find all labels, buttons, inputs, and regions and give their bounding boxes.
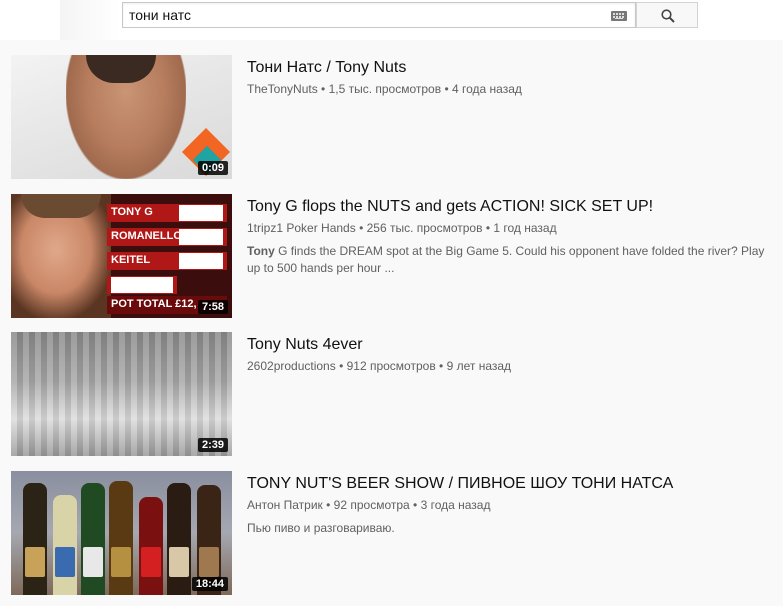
description-text: G finds the DREAM spot at the Big Game 5… xyxy=(247,244,765,275)
thumbnail-bottle xyxy=(23,483,47,595)
search-icon xyxy=(661,9,675,23)
video-title[interactable]: Тони Натс / Tony Nuts xyxy=(247,59,406,77)
thumbnail-bottle-label xyxy=(55,547,75,577)
channel-name[interactable]: 2602productions xyxy=(247,359,336,373)
duration-badge: 0:09 xyxy=(197,161,228,175)
video-meta: 2602productions • 912 просмотров • 9 лет… xyxy=(247,359,511,373)
result-item[interactable]: 2:39 Tony Nuts 4ever 2602productions • 9… xyxy=(0,332,783,456)
video-meta: Антон Патрик • 92 просмотра • 3 года наз… xyxy=(247,498,490,512)
view-count: 912 просмотров xyxy=(346,359,436,373)
view-count: 92 просмотра xyxy=(333,498,410,512)
view-count: 256 тыс. просмотров xyxy=(366,221,483,235)
channel-name[interactable]: 1tripz1 Poker Hands xyxy=(247,221,356,235)
thumbnail-bottle-label xyxy=(141,547,161,577)
thumbnail-bottle-label xyxy=(199,547,219,577)
logo-area xyxy=(60,0,120,40)
thumbnail-hair xyxy=(21,194,101,218)
view-count: 1,5 тыс. просмотров xyxy=(328,82,442,96)
video-description: Пью пиво и разговариваю. xyxy=(247,520,772,537)
top-bar xyxy=(0,0,783,40)
meta-separator: • xyxy=(441,82,452,96)
search-box[interactable] xyxy=(122,2,636,28)
thumbnail-player-label: TONY G xyxy=(111,206,153,218)
upload-age: 9 лет назад xyxy=(446,359,512,373)
upload-age: 4 года назад xyxy=(451,82,522,96)
description-text: Пью пиво и разговариваю. xyxy=(247,521,395,535)
thumbnail-bottle-label xyxy=(25,547,45,577)
thumbnail-board-row xyxy=(107,276,177,294)
thumbnail-bottle-label xyxy=(169,547,189,577)
video-thumbnail[interactable]: 18:44 xyxy=(11,471,232,595)
channel-name[interactable]: Антон Патрик xyxy=(247,498,323,512)
thumbnail-player-row: TONY G xyxy=(107,204,227,222)
thumbnail-bottle xyxy=(109,481,133,595)
meta-separator: • xyxy=(355,221,367,235)
video-thumbnail[interactable]: 0:09 xyxy=(11,55,232,179)
thumbnail-bottle xyxy=(167,483,191,595)
thumbnail-bottle xyxy=(81,483,105,595)
meta-separator: • xyxy=(409,498,421,512)
thumbnail-player-label: KEITEL xyxy=(111,254,151,266)
thumbnail-cards xyxy=(111,277,173,293)
upload-age: 3 года назад xyxy=(420,498,491,512)
video-title[interactable]: Tony G flops the NUTS and gets ACTION! S… xyxy=(247,198,653,216)
duration-badge: 7:58 xyxy=(197,300,228,314)
channel-name[interactable]: TheTonyNuts xyxy=(247,82,318,96)
video-meta: TheTonyNuts • 1,5 тыс. просмотров • 4 го… xyxy=(247,82,522,96)
video-thumbnail[interactable]: TONY G ROMANELLO KEITEL POT TOTAL £12, 7… xyxy=(11,194,232,318)
keyboard-icon[interactable] xyxy=(611,11,627,21)
search-input[interactable] xyxy=(129,6,599,24)
upload-age: 1 год назад xyxy=(493,221,557,235)
video-title[interactable]: Tony Nuts 4ever xyxy=(247,336,363,354)
thumbnail-bottle-label xyxy=(83,547,103,577)
video-thumbnail[interactable]: 2:39 xyxy=(11,332,232,456)
search-button[interactable] xyxy=(636,2,698,28)
meta-separator: • xyxy=(435,359,447,373)
result-item[interactable]: 0:09 Тони Натс / Tony Nuts TheTonyNuts •… xyxy=(0,55,783,179)
thumbnail-cards xyxy=(179,253,223,269)
description-highlight: Tony xyxy=(247,244,275,258)
thumbnail-bottle xyxy=(53,495,77,595)
thumbnail-bottle-label xyxy=(111,547,131,577)
thumbnail-cards xyxy=(179,229,223,245)
thumbnail-player-label: ROMANELLO xyxy=(111,230,182,242)
thumbnail-player-row: KEITEL xyxy=(107,252,227,270)
thumbnail-player-row: ROMANELLO xyxy=(107,228,227,246)
thumbnail-pot-label: POT TOTAL £12, xyxy=(111,298,197,310)
meta-separator: • xyxy=(482,221,494,235)
result-item[interactable]: TONY G ROMANELLO KEITEL POT TOTAL £12, 7… xyxy=(0,194,783,318)
video-meta: 1tripz1 Poker Hands • 256 тыс. просмотро… xyxy=(247,221,557,235)
duration-badge: 2:39 xyxy=(197,438,228,452)
thumbnail-cards xyxy=(179,205,223,221)
duration-badge: 18:44 xyxy=(191,577,228,591)
video-description: Tony G finds the DREAM spot at the Big G… xyxy=(247,243,772,277)
meta-separator: • xyxy=(317,82,329,96)
thumbnail-bottle xyxy=(139,497,163,595)
video-title[interactable]: TONY NUT'S BEER SHOW / ПИВНОЕ ШОУ ТОНИ Н… xyxy=(247,475,673,493)
meta-separator: • xyxy=(322,498,334,512)
result-item[interactable]: 18:44 TONY NUT'S BEER SHOW / ПИВНОЕ ШОУ … xyxy=(0,471,783,595)
meta-separator: • xyxy=(335,359,347,373)
